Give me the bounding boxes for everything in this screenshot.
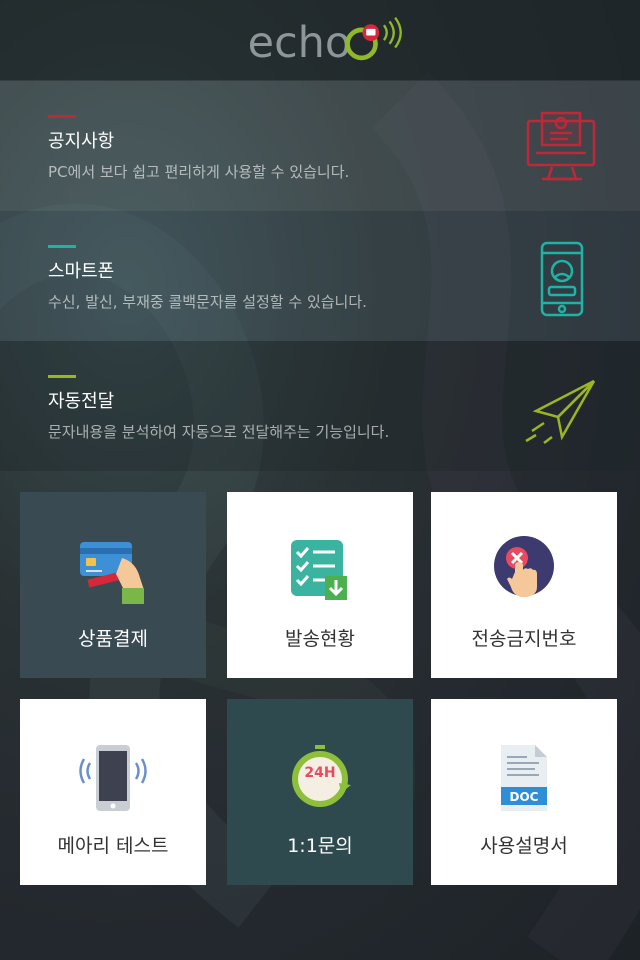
checklist-icon (291, 540, 347, 600)
accent-bar (48, 245, 76, 248)
notice-row-smartphone[interactable]: 스마트폰 수신, 발신, 부재중 콜백문자를 설정할 수 있습니다. (0, 211, 640, 341)
doc-file-icon: DOC (501, 745, 547, 811)
tile-send-status[interactable]: 발송현황 (227, 492, 413, 678)
monitor-icon (526, 111, 596, 181)
tile-label: 사용설명서 (480, 835, 568, 857)
smartphone-contact-icon (540, 241, 584, 317)
notice-description: 수신, 발신, 부재중 콜백문자를 설정할 수 있습니다. (48, 293, 367, 311)
tile-label: 상품결제 (78, 628, 148, 650)
tile-product-payment[interactable]: 상품결제 (20, 492, 206, 678)
notice-title: 스마트폰 (48, 261, 115, 282)
tile-one-on-one-inquiry[interactable]: 24H 1:1문의 (227, 699, 413, 885)
notice-description: 문자내용을 분석하여 자동으로 전달해주는 기능입니다. (48, 423, 390, 441)
notice-title: 공지사항 (48, 131, 115, 152)
tile-label: 전송금지번호 (471, 628, 577, 650)
notice-title: 자동전달 (48, 391, 115, 412)
phone-vibrate-icon (79, 745, 147, 811)
24h-support-icon: 24H (292, 745, 351, 807)
credit-card-icon (80, 542, 144, 604)
logo-text: echo (248, 18, 351, 68)
support-badge-text: 24H (304, 765, 335, 781)
app-header: echo (0, 0, 640, 81)
tile-label: 메아리 테스트 (57, 835, 169, 857)
tile-label: 발송현황 (285, 628, 355, 650)
notice-row-auto-forward[interactable]: 자동전달 문자내용을 분석하여 자동으로 전달해주는 기능입니다. (0, 341, 640, 471)
tile-blocked-numbers[interactable]: 전송금지번호 (431, 492, 617, 678)
paper-plane-icon (525, 379, 596, 444)
notice-description: PC에서 보다 쉽고 편리하게 사용할 수 있습니다. (48, 163, 350, 181)
accent-bar (48, 375, 76, 378)
doc-badge-text: DOC (510, 790, 539, 804)
tile-label: 1:1문의 (287, 835, 353, 857)
echo-logo[interactable]: echo (242, 14, 412, 70)
accent-bar (48, 115, 76, 118)
tile-user-manual[interactable]: DOC 사용설명서 (431, 699, 617, 885)
block-number-icon (494, 536, 554, 597)
tile-echo-test[interactable]: 메아리 테스트 (20, 699, 206, 885)
notice-row-announcement[interactable]: 공지사항 PC에서 보다 쉽고 편리하게 사용할 수 있습니다. (0, 81, 640, 211)
